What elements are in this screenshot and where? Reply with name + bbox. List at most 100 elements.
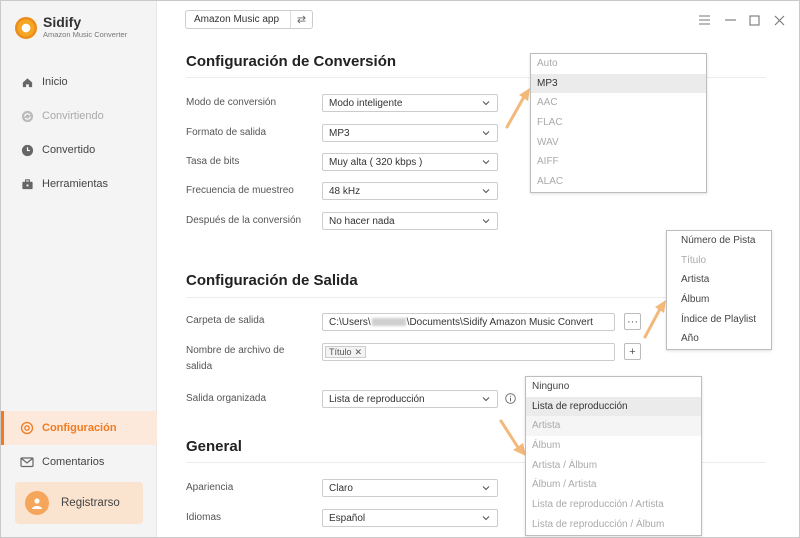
browse-folder-button[interactable]: ··· <box>624 313 641 330</box>
appearance-select[interactable]: Claro <box>322 479 498 497</box>
dropdown-option-artist[interactable]: Artista <box>526 416 701 437</box>
filename-tag[interactable]: Título ✕ <box>325 346 367 358</box>
app-subtitle: Amazon Music Converter <box>43 30 128 39</box>
label-language: Idiomas <box>186 512 222 523</box>
chevron-down-icon <box>482 131 490 136</box>
dropdown-option-playlist[interactable]: Lista de reproducción <box>526 396 701 417</box>
source-label: Amazon Music app <box>194 14 280 25</box>
select-value: Lista de reproducción <box>329 393 425 405</box>
ellipsis-icon: ··· <box>627 315 638 328</box>
dropdown-option-wav[interactable]: WAV <box>531 133 706 153</box>
sample-rate-select[interactable]: 48 kHz <box>322 182 498 200</box>
organized-output-dropdown: Ninguno Lista de reproducción Artista Ál… <box>525 376 702 536</box>
sidebar-item-label: Herramientas <box>42 178 109 190</box>
output-format-dropdown: Auto MP3 AAC FLAC WAV AIFF ALAC <box>530 53 707 193</box>
chevron-down-icon <box>482 516 490 521</box>
sidebar-item-configuracion[interactable]: Configuración <box>1 411 157 445</box>
dropdown-option-album[interactable]: Álbum <box>526 436 701 456</box>
brand: Sidify Amazon Music Converter <box>15 15 127 40</box>
sidebar: Sidify Amazon Music Converter Inicio Con… <box>1 1 157 537</box>
section-title-conversion: Configuración de Conversión <box>186 53 397 70</box>
language-select[interactable]: Español <box>322 509 498 527</box>
dropdown-option-flac[interactable]: FLAC <box>531 113 706 133</box>
swap-icon: ⇄ <box>290 11 312 28</box>
menu-icon[interactable] <box>697 13 711 27</box>
source-selector-button[interactable]: Amazon Music app ⇄ <box>185 10 313 29</box>
dropdown-option-aac[interactable]: AAC <box>531 93 706 113</box>
sidebar-item-herramientas[interactable]: Herramientas <box>1 167 157 201</box>
minimize-icon[interactable] <box>723 13 737 27</box>
label-conversion-mode: Modo de conversión <box>186 97 277 108</box>
toolbox-icon <box>20 177 34 191</box>
dropdown-option-playlist-album[interactable]: Lista de reproducción / Álbum <box>526 515 701 535</box>
dropdown-option-year[interactable]: Año <box>675 329 771 349</box>
output-filename-input[interactable]: Título ✕ <box>322 343 615 361</box>
sidify-logo-icon <box>15 16 37 39</box>
label-output-format: Formato de salida <box>186 127 267 138</box>
folder-path-prefix: C:\Users\ <box>329 316 371 328</box>
sidebar-item-convertido[interactable]: Convertido <box>1 133 157 167</box>
label-line-1: Nombre de archivo de <box>186 345 285 356</box>
conversion-mode-select[interactable]: Modo inteligente <box>322 94 498 112</box>
sidebar-item-inicio[interactable]: Inicio <box>1 65 157 99</box>
mail-icon <box>20 455 34 469</box>
chevron-down-icon <box>482 219 490 224</box>
after-conversion-select[interactable]: No hacer nada <box>322 212 498 230</box>
remove-tag-icon[interactable]: ✕ <box>355 347 363 358</box>
tag-label: Título <box>329 347 352 357</box>
register-button[interactable]: Registrarso <box>15 482 143 524</box>
register-label: Registrarso <box>61 497 120 509</box>
section-title-output: Configuración de Salida <box>186 272 358 289</box>
chevron-down-icon <box>482 189 490 194</box>
dropdown-option-none[interactable]: Ninguno <box>526 377 701 397</box>
add-filename-tag-button[interactable]: + <box>624 343 641 360</box>
home-icon <box>20 75 34 89</box>
dropdown-option-artist-album[interactable]: Artista / Álbum <box>526 456 701 476</box>
sidebar-nav: Inicio Convirtiendo Convertido Herramien… <box>1 65 157 201</box>
maximize-icon[interactable] <box>747 13 761 27</box>
dropdown-option-playlist-index[interactable]: Índice de Playlist <box>675 310 771 330</box>
dropdown-option-artist[interactable]: Artista <box>675 270 771 290</box>
output-folder-input[interactable]: C:\Users\ \Documents\Sidify Amazon Music… <box>322 313 615 331</box>
label-bitrate: Tasa de bits <box>186 156 240 167</box>
section-title-general: General <box>186 438 242 455</box>
close-icon[interactable] <box>772 13 786 27</box>
chevron-down-icon <box>482 486 490 491</box>
sidebar-item-comentarios[interactable]: Comentarios <box>1 445 157 479</box>
chevron-down-icon <box>482 397 490 402</box>
dropdown-option-mp3[interactable]: MP3 <box>531 73 706 94</box>
sidebar-bottom-nav: Configuración Comentarios <box>1 411 157 479</box>
dropdown-option-aiff[interactable]: AIFF <box>531 152 706 172</box>
select-value: 48 kHz <box>329 185 361 197</box>
select-value: Muy alta ( 320 kbps ) <box>329 156 423 168</box>
avatar <box>25 491 49 515</box>
label-organized-output: Salida organizada <box>186 393 267 404</box>
select-value: Claro <box>329 482 353 494</box>
dropdown-option-title[interactable]: Título <box>675 251 771 271</box>
redacted-username <box>371 318 406 326</box>
label-output-filename: Nombre de archivo de salida <box>186 343 284 375</box>
info-icon[interactable] <box>505 393 516 404</box>
plus-icon: + <box>629 345 636 358</box>
chevron-down-icon <box>482 160 490 165</box>
sidebar-item-convirtiendo[interactable]: Convirtiendo <box>1 99 157 133</box>
dropdown-option-playlist-artist[interactable]: Lista de reproducción / Artista <box>526 495 701 515</box>
dropdown-option-alac[interactable]: ALAC <box>531 172 706 192</box>
organized-output-select[interactable]: Lista de reproducción <box>322 390 498 408</box>
chevron-down-icon <box>482 101 490 106</box>
label-appearance: Apariencia <box>186 482 234 493</box>
dropdown-option-track-number[interactable]: Número de Pista <box>675 231 771 251</box>
output-format-select[interactable]: MP3 <box>322 124 498 142</box>
app-name: Sidify <box>43 14 82 30</box>
dropdown-option-auto[interactable]: Auto <box>531 54 706 74</box>
folder-path-suffix: \Documents\Sidify Amazon Music Convert <box>406 316 593 328</box>
app-window: Sidify Amazon Music Converter Inicio Con… <box>0 0 800 538</box>
filename-tag-dropdown: Número de Pista Título Artista Álbum Índ… <box>666 230 772 351</box>
dropdown-option-album[interactable]: Álbum <box>675 290 771 310</box>
sidebar-item-label: Convertido <box>42 144 96 156</box>
bitrate-select[interactable]: Muy alta ( 320 kbps ) <box>322 153 498 171</box>
sidebar-item-label: Comentarios <box>42 456 105 468</box>
sidebar-item-label: Convirtiendo <box>42 110 104 122</box>
select-value: Modo inteligente <box>329 97 403 109</box>
dropdown-option-album-artist[interactable]: Álbum / Artista <box>526 475 701 495</box>
